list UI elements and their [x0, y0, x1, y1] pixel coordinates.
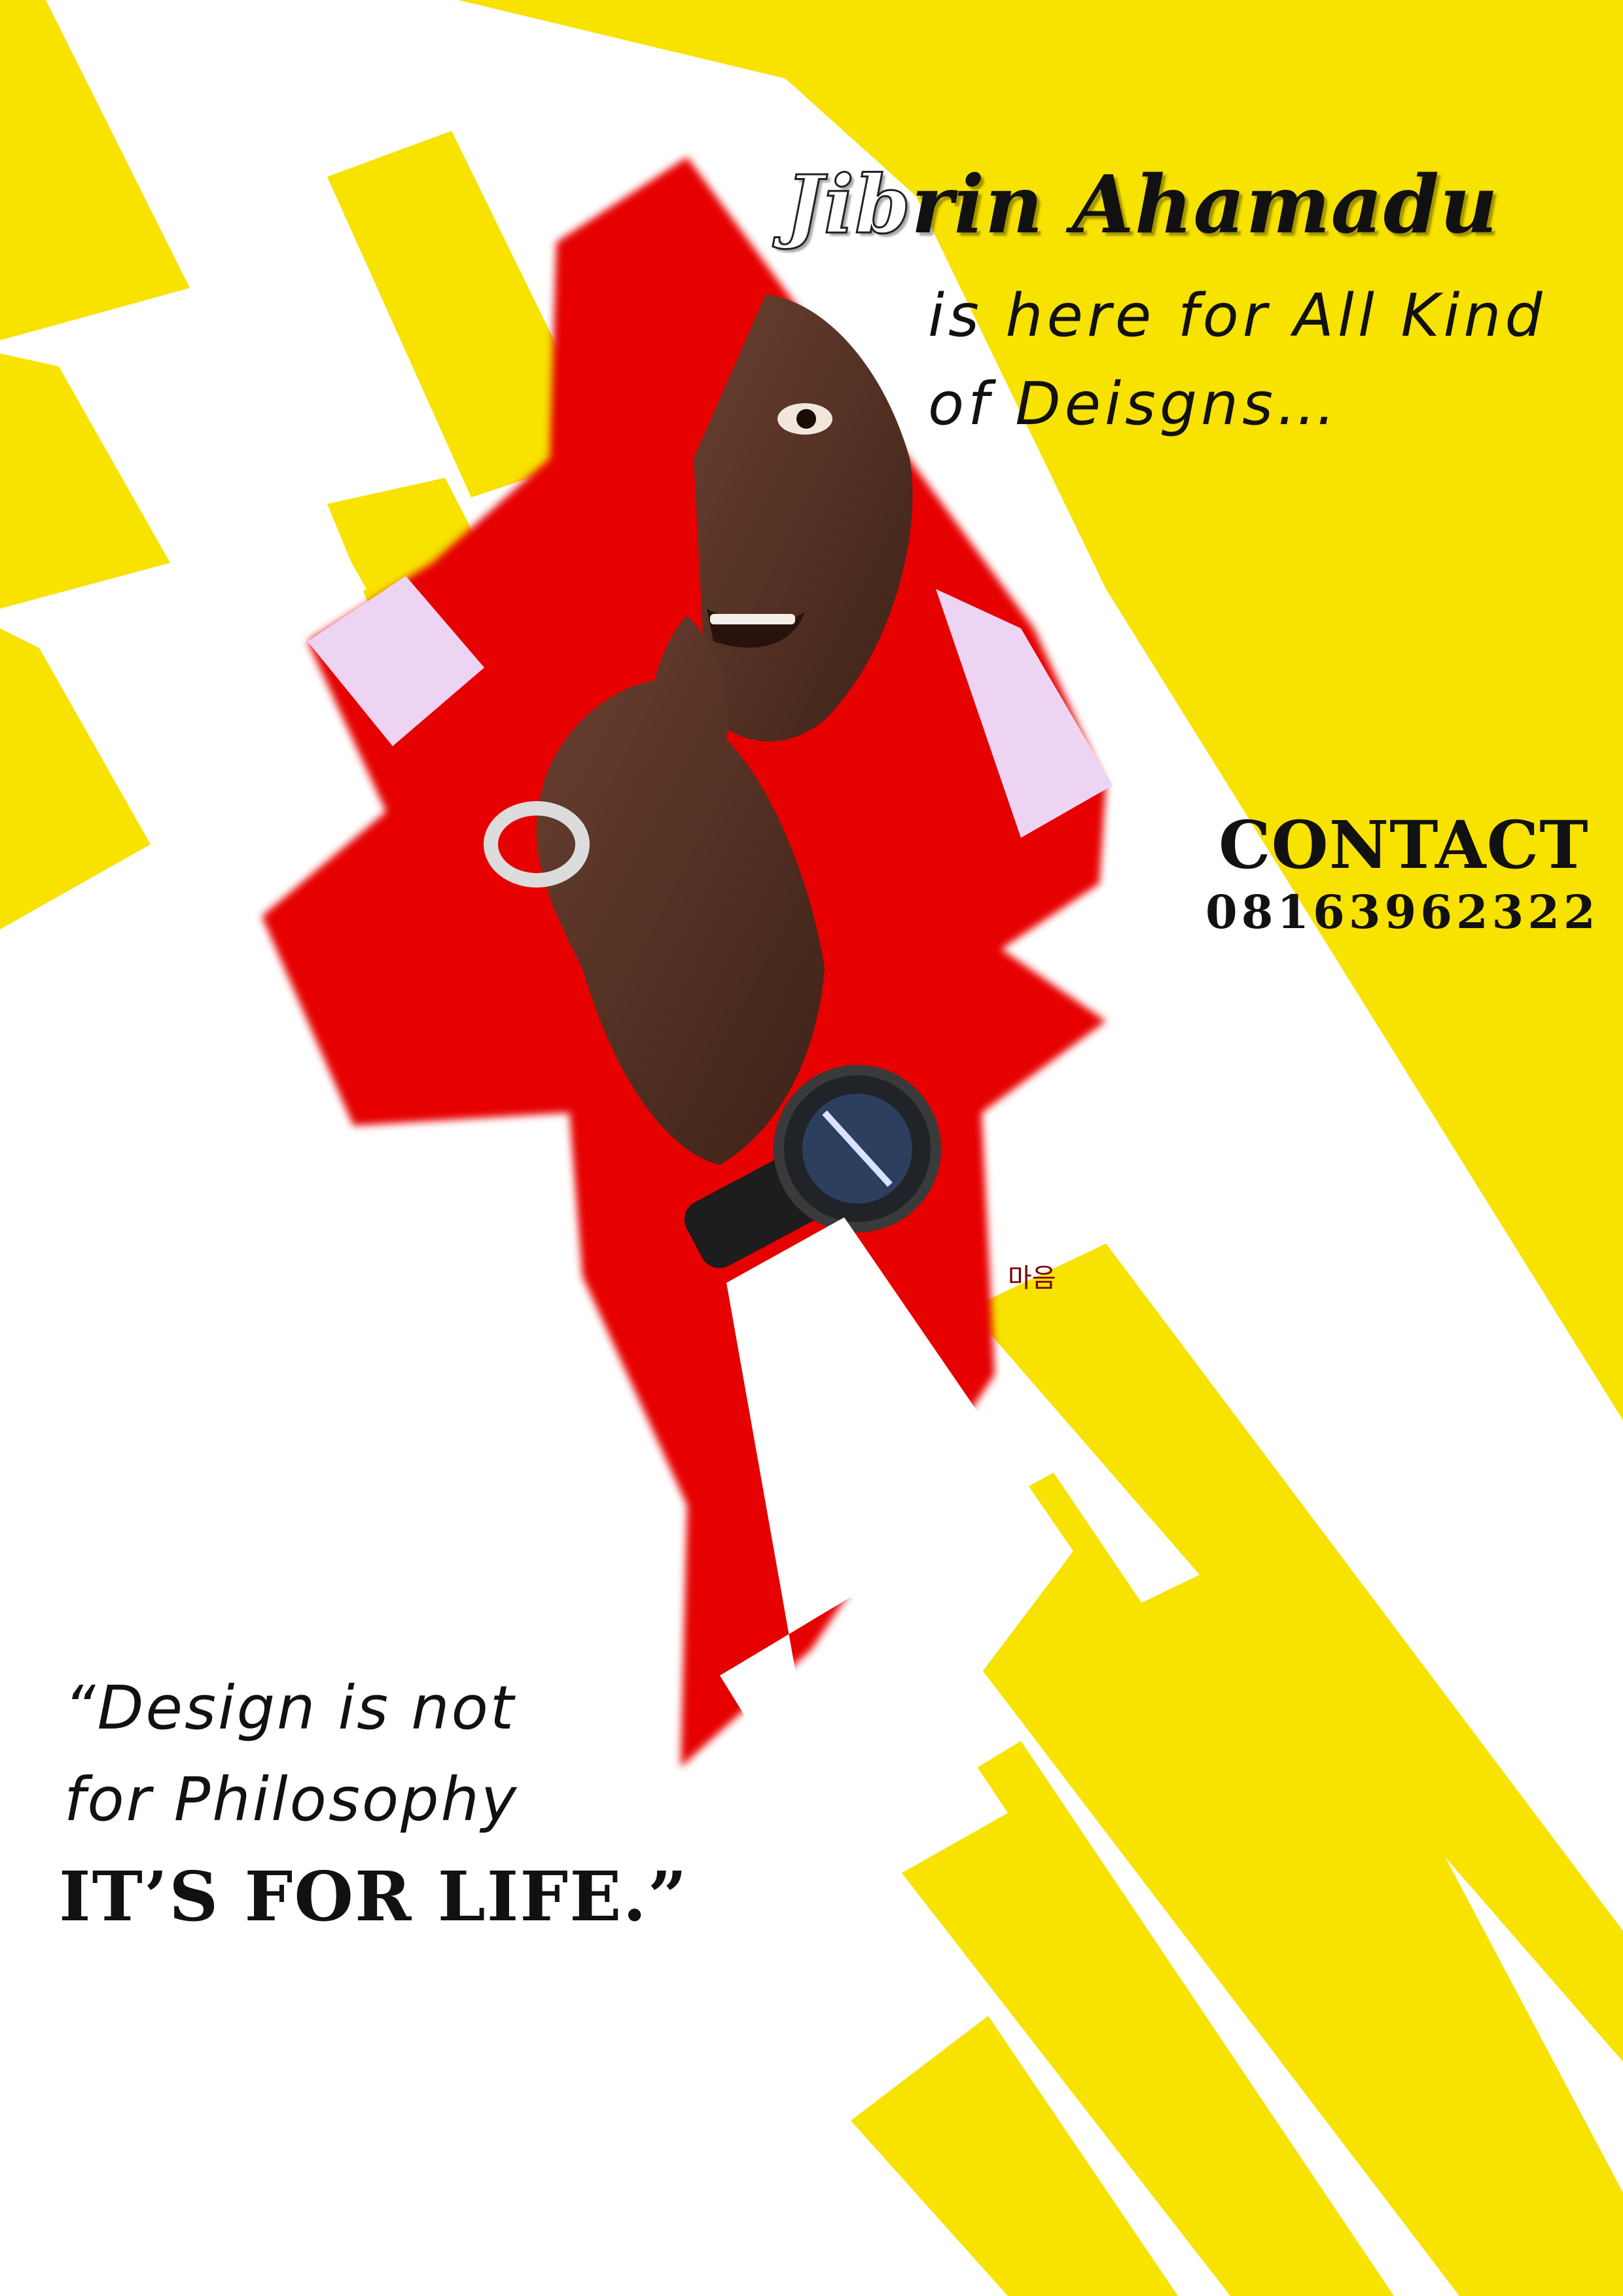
tagline-line-1: is here for All Kind [928, 281, 1546, 350]
name-title-rest: rin Ahamadu [911, 157, 1499, 251]
quote-line-2: for Philosophy [64, 1765, 519, 1835]
quote-line-3: IT’S FOR LIFE.” [59, 1856, 688, 1937]
name-title: Jibrin Ahamadu [784, 156, 1499, 253]
yellow-stripe-left-1 [0, 0, 190, 340]
photo-shirt-print: 마음 [1008, 1263, 1056, 1293]
name-title-lead: Jib [784, 156, 912, 253]
yellow-stripe-left-3 [0, 628, 151, 929]
contact-label: CONTACT [1219, 806, 1589, 884]
poster: Jibrin Ahamadu is here for All Kind of D… [0, 0, 1623, 2296]
tagline-line-2: of Deisgns… [928, 370, 1340, 439]
contact-phone: 08163962322 [1205, 885, 1599, 939]
quote-line-1: “Design is not [64, 1673, 516, 1743]
